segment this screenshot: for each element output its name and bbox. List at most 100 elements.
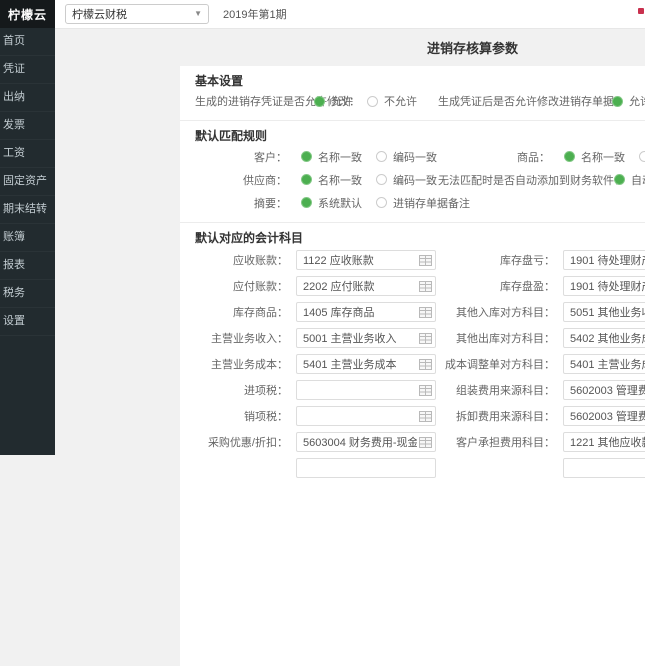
radio-option-code-match[interactable]: 编码一致	[376, 149, 437, 165]
sidebar-item-home[interactable]: 首页	[0, 28, 55, 56]
account-field-right: 库存盘盈： 1901 待处理财产损溢	[400, 273, 645, 299]
radio-group-product: 商品： 名称一致 编码一致	[438, 145, 645, 168]
section-heading: 默认匹配规则	[195, 127, 645, 145]
matching-row-supplier: 供应商： 名称一致 编码一致 无法匹配时是否自动添加到财务软件： 自动添加	[195, 168, 645, 191]
radio-group: 系统默认 进销存单据备注	[287, 195, 470, 211]
radio-selected-icon[interactable]	[301, 151, 312, 162]
field-label: 销项税：	[195, 408, 288, 424]
account-field-row: 进项税： 组装费用来源科目： 5602003 管理费用-	[195, 377, 645, 403]
sidebar-item-voucher[interactable]: 凭证	[0, 56, 55, 84]
radio-label: 名称一致	[318, 172, 362, 188]
account-input-inventory-loss[interactable]: 1901 待处理财产损溢	[563, 250, 645, 270]
sidebar-item-invoice[interactable]: 发票	[0, 112, 55, 140]
field-label: 其他入库对方科目：	[400, 304, 555, 320]
radio-unselected-icon[interactable]	[376, 197, 387, 208]
sidebar-item-ledger[interactable]: 账簿	[0, 224, 55, 252]
account-input-other-outbound[interactable]: 5402 其他业务成本	[563, 328, 645, 348]
section-default-accounts: 默认对应的会计科目 应收账款： 1122 应收账款 库存盘亏： 1901 待处理…	[180, 223, 645, 489]
radio-label: 名称一致	[581, 149, 625, 165]
matching-row-summary: 摘要： 系统默认 进销存单据备注	[195, 191, 645, 214]
radio-label: 自动添加	[631, 172, 645, 188]
account-input[interactable]	[563, 458, 645, 478]
account-value: 5401 主营业务成本	[570, 356, 645, 372]
radio-unselected-icon[interactable]	[639, 151, 645, 162]
radio-group: 允许 不允许	[300, 93, 417, 109]
account-field-right: 其他入库对方科目： 5051 其他业务收入	[400, 299, 645, 325]
account-input-disassembly-fee[interactable]: 5602003 管理费用-	[563, 406, 645, 426]
field-label: 成本调整单对方科目：	[400, 356, 555, 372]
period-label: 2019年第1期	[223, 6, 287, 22]
radio-unselected-icon[interactable]	[376, 174, 387, 185]
radio-group-label: 无法匹配时是否自动添加到财务软件：	[438, 172, 600, 188]
radio-option-auto-add[interactable]: 自动添加	[614, 172, 645, 188]
radio-option-system-default[interactable]: 系统默认	[301, 195, 362, 211]
radio-option-order-note[interactable]: 进销存单据备注	[376, 195, 470, 211]
sidebar-item-period-end[interactable]: 期末结转	[0, 196, 55, 224]
notification-badge[interactable]	[638, 8, 644, 14]
account-field-row	[195, 455, 645, 481]
radio-group-auto-add: 无法匹配时是否自动添加到财务软件： 自动添加	[438, 168, 645, 191]
radio-group-label: 生成的进销存凭证是否允许修改：	[195, 93, 300, 109]
section-basic-settings: 基本设置 生成的进销存凭证是否允许修改： 允许 不允许 生成凭证后是否允许修改进…	[180, 66, 645, 121]
account-input-customer-borne-fee[interactable]: 1221 其他应收款	[563, 432, 645, 452]
account-field-row: 采购优惠/折扣： 5603004 财务费用-现金折扣 客户承担费用科目： 122…	[195, 429, 645, 455]
radio-group-label: 摘要：	[195, 195, 287, 211]
radio-option-allow[interactable]: 允许	[612, 93, 645, 109]
account-field-right: 成本调整单对方科目： 5401 主营业务成本	[400, 351, 645, 377]
sidebar-item-reports[interactable]: 报表	[0, 252, 55, 280]
radio-group-right: 生成凭证后是否允许修改进销存单据： 允许	[438, 90, 645, 112]
account-field-row: 销项税： 拆卸费用来源科目： 5602003 管理费用-	[195, 403, 645, 429]
account-input-inventory-gain[interactable]: 1901 待处理财产损溢	[563, 276, 645, 296]
account-field-row: 主营业务成本： 5401 主营业务成本 成本调整单对方科目： 5401 主营业务…	[195, 351, 645, 377]
field-label: 主营业务成本：	[195, 356, 288, 372]
section-heading: 基本设置	[195, 72, 645, 90]
account-value: 1221 其他应收款	[570, 434, 645, 450]
radio-option-code-match[interactable]: 编码一致	[376, 172, 437, 188]
radio-selected-icon[interactable]	[301, 174, 312, 185]
account-input-cost-adjust[interactable]: 5401 主营业务成本	[563, 354, 645, 374]
field-label: 其他出库对方科目：	[400, 330, 555, 346]
radio-label: 名称一致	[318, 149, 362, 165]
radio-selected-icon[interactable]	[301, 197, 312, 208]
account-value: 5602003 管理费用-	[570, 382, 645, 398]
radio-unselected-icon[interactable]	[376, 151, 387, 162]
radio-option-disallow[interactable]: 不允许	[367, 93, 417, 109]
section-heading: 默认对应的会计科目	[195, 229, 645, 247]
radio-unselected-icon[interactable]	[367, 96, 378, 107]
top-bar: 柠檬云财税 ▼ 2019年第1期	[55, 0, 645, 29]
radio-option-allow[interactable]: 允许	[314, 93, 353, 109]
account-field-row: 库存商品： 1405 库存商品 其他入库对方科目： 5051 其他业务收入	[195, 299, 645, 325]
radio-option-name-match[interactable]: 名称一致	[301, 172, 362, 188]
account-value: 1901 待处理财产损溢	[570, 278, 645, 294]
field-label: 进项税：	[195, 382, 288, 398]
radio-selected-icon[interactable]	[612, 96, 623, 107]
field-label: 库存盘盈：	[400, 278, 555, 294]
radio-selected-icon[interactable]	[614, 174, 625, 185]
sidebar-item-salary[interactable]: 工资	[0, 140, 55, 168]
account-value: 5402 其他业务成本	[570, 330, 645, 346]
account-field-right: 客户承担费用科目： 1221 其他应收款	[400, 429, 645, 455]
account-input-assembly-fee[interactable]: 5602003 管理费用-	[563, 380, 645, 400]
radio-option-code-match[interactable]: 编码一致	[639, 149, 645, 165]
sidebar-item-tax[interactable]: 税务	[0, 280, 55, 308]
matching-row-customer: 客户： 名称一致 编码一致 商品： 名称一致 编	[195, 145, 645, 168]
account-value: 5602003 管理费用-	[570, 408, 645, 424]
sidebar-item-cashier[interactable]: 出纳	[0, 84, 55, 112]
account-set-select[interactable]: 柠檬云财税 ▼	[65, 4, 209, 24]
account-field-right: 其他出库对方科目： 5402 其他业务成本	[400, 325, 645, 351]
account-input-other-inbound[interactable]: 5051 其他业务收入	[563, 302, 645, 322]
radio-label: 不允许	[384, 93, 417, 109]
settings-card: 基本设置 生成的进销存凭证是否允许修改： 允许 不允许 生成凭证后是否允许修改进…	[180, 66, 645, 666]
page-title: 进销存核算参数	[180, 38, 645, 57]
account-field-right: 拆卸费用来源科目： 5602003 管理费用-	[400, 403, 645, 429]
sidebar-item-settings[interactable]: 设置	[0, 308, 55, 336]
sidebar-item-fixed-assets[interactable]: 固定资产	[0, 168, 55, 196]
radio-label: 允许	[331, 93, 353, 109]
radio-selected-icon[interactable]	[564, 151, 575, 162]
radio-selected-icon[interactable]	[314, 96, 325, 107]
radio-option-name-match[interactable]: 名称一致	[564, 149, 625, 165]
account-field-row: 主营业务收入： 5001 主营业务收入 其他出库对方科目： 5402 其他业务成…	[195, 325, 645, 351]
radio-option-name-match[interactable]: 名称一致	[301, 149, 362, 165]
radio-group: 名称一致 编码一致	[287, 172, 437, 188]
account-field-row: 应付账款： 2202 应付账款 库存盘盈： 1901 待处理财产损溢	[195, 273, 645, 299]
